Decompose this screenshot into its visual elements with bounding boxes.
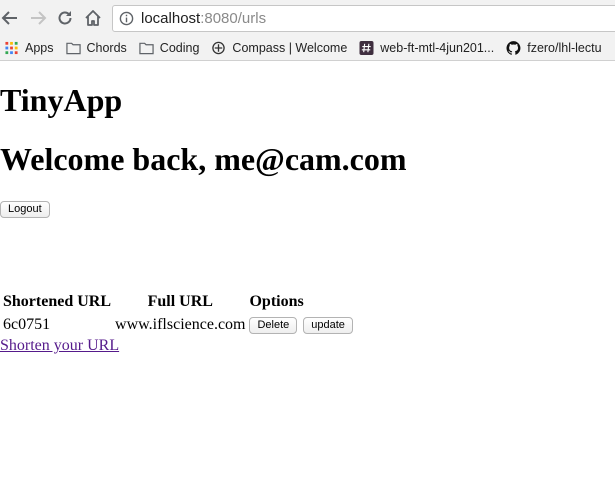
home-icon — [85, 10, 101, 26]
column-header-short: Shortened URL — [3, 293, 112, 310]
shorten-url-link[interactable]: Shorten your URL — [0, 337, 119, 355]
home-button[interactable] — [83, 8, 103, 28]
page-content: TinyApp Welcome back, me@cam.com Logout … — [0, 61, 615, 479]
options-cell: Delete update — [248, 314, 353, 335]
column-header-full: Full URL — [147, 293, 213, 310]
reload-button[interactable] — [55, 8, 75, 28]
bookmark-label: Compass | Welcome — [232, 41, 348, 55]
url-host: localhost — [141, 10, 201, 27]
urls-table: Shortened URL Full URL Options 6c0751 ww… — [0, 290, 356, 337]
logout-button[interactable]: Logout — [0, 201, 50, 218]
bookmark-label: Chords — [86, 41, 127, 55]
column-header-options: Options — [249, 293, 304, 310]
bookmarks-bar: Apps Chords Coding Compass | Welcome web… — [0, 36, 615, 60]
delete-button[interactable]: Delete — [249, 317, 298, 334]
apps-grid-icon — [5, 41, 18, 55]
bookmark-label: web-ft-mtl-4jun201... — [380, 41, 495, 55]
full-url-cell: www.iflscience.com — [115, 315, 246, 333]
folder-icon — [65, 42, 81, 55]
forward-button[interactable] — [28, 8, 48, 28]
bookmark-fzero[interactable]: fzero/lhl-lectu — [506, 41, 602, 55]
bookmark-label: fzero/lhl-lectu — [527, 41, 602, 55]
bookmark-label: Apps — [25, 41, 54, 55]
url-path: :8080/urls — [200, 10, 267, 27]
slack-hash-icon — [359, 41, 374, 55]
short-url-cell: 6c0751 — [3, 315, 51, 333]
folder-icon — [139, 42, 154, 55]
forward-arrow-icon — [31, 11, 47, 25]
app-title: TinyApp — [0, 82, 123, 118]
bookmark-web-ft[interactable]: web-ft-mtl-4jun201... — [359, 41, 494, 55]
table-row: 6c0751 www.iflscience.com Delete update — [2, 314, 354, 335]
bookmark-coding[interactable]: Coding — [139, 41, 200, 55]
table-header-row: Shortened URL Full URL Options — [2, 292, 354, 312]
back-button[interactable] — [0, 8, 20, 28]
info-icon[interactable] — [119, 11, 134, 26]
update-button[interactable]: update — [303, 317, 353, 334]
reload-icon — [58, 11, 72, 25]
back-arrow-icon — [1, 11, 17, 25]
address-bar[interactable]: localhost:8080/urls — [112, 5, 615, 32]
bookmark-compass[interactable]: Compass | Welcome — [211, 41, 347, 55]
github-icon — [506, 41, 521, 55]
welcome-heading: Welcome back, me@cam.com — [0, 141, 407, 177]
compass-icon — [212, 41, 226, 55]
bookmark-apps[interactable]: Apps — [4, 41, 54, 55]
bookmark-chords[interactable]: Chords — [65, 41, 127, 55]
browser-toolbar: localhost:8080/urls — [0, 0, 615, 36]
bookmark-label: Coding — [159, 41, 200, 55]
browser-chrome: localhost:8080/urls Apps Chords Coding — [0, 0, 615, 61]
